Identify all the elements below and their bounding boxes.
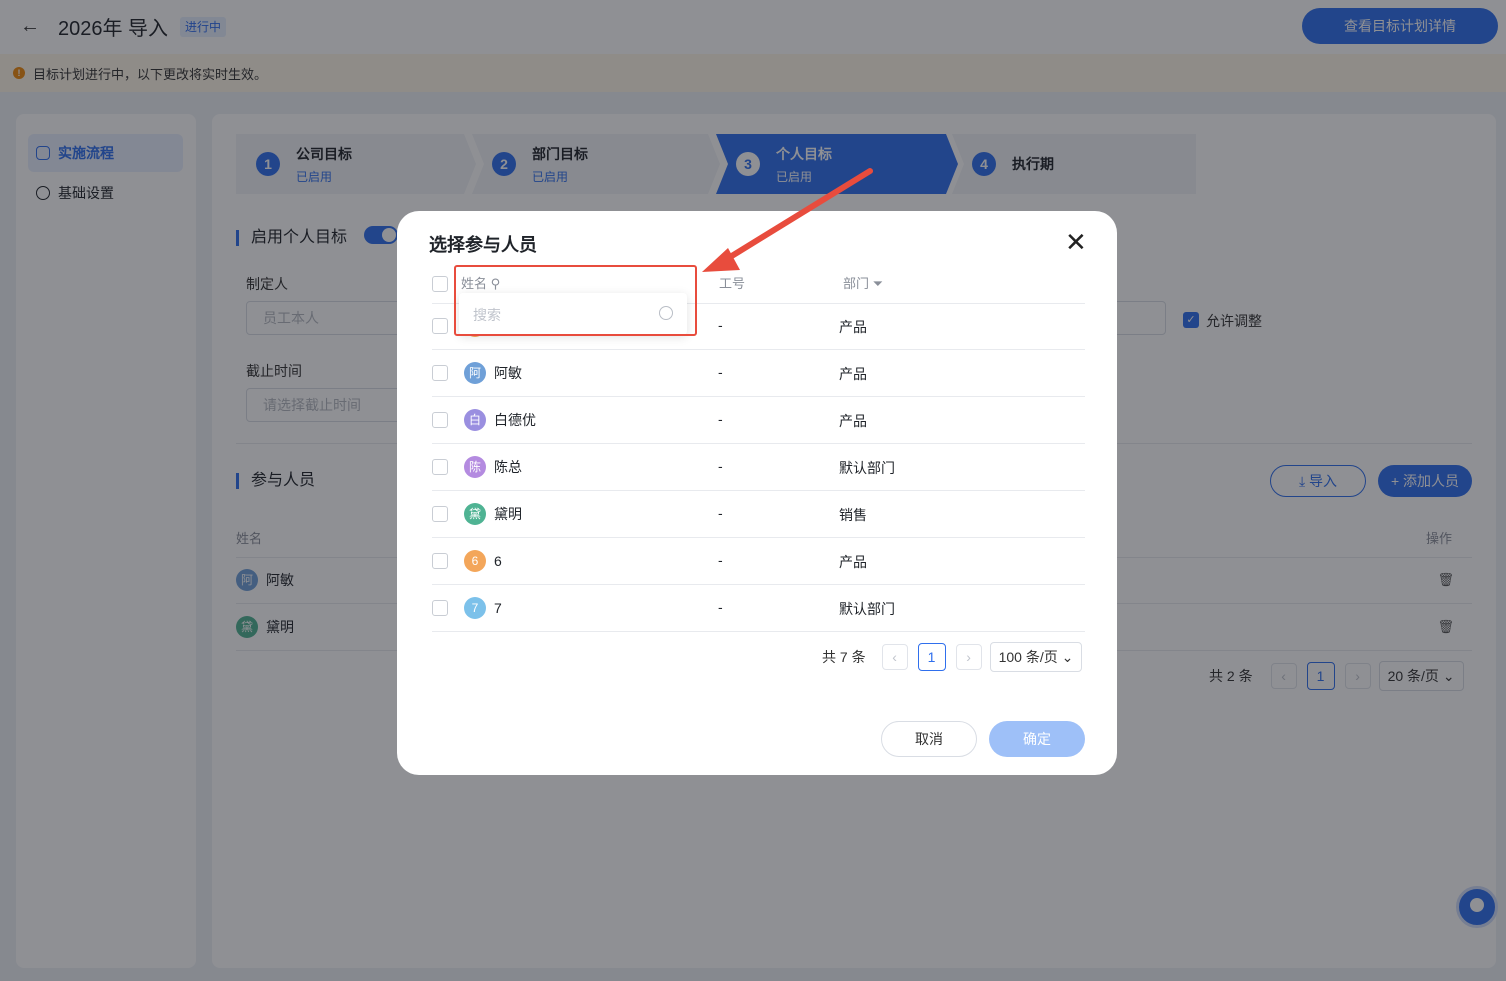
annotation-arrow [702,168,873,272]
